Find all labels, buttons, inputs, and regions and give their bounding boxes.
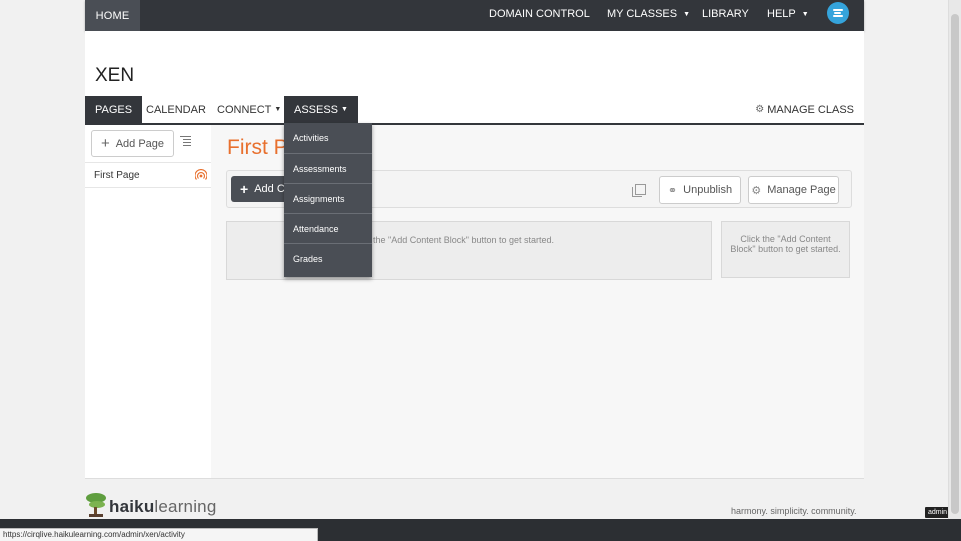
page-title: First P <box>227 136 288 159</box>
manage-class-button[interactable]: ⚙ MANAGE CLASS <box>755 96 854 123</box>
published-broadcast-icon <box>195 169 207 180</box>
avatar-bar <box>833 15 843 17</box>
class-title: XEN <box>95 65 135 86</box>
assess-dropdown-menu: Activities Assessments Assignments Atten… <box>284 123 372 277</box>
reorder-icon[interactable] <box>180 136 191 147</box>
tree-pot <box>89 514 103 517</box>
unpublish-button[interactable]: ⚭ Unpublish <box>659 176 741 204</box>
logo-text: haikulearning <box>109 497 217 517</box>
nav-library[interactable]: LIBRARY <box>702 0 749 28</box>
add-content-block-label: Add C <box>254 183 285 195</box>
sidebar-page-item[interactable]: First Page <box>85 162 211 188</box>
avatar-bar <box>834 12 841 14</box>
chevron-down-icon: ▼ <box>683 10 691 18</box>
unpublish-label: Unpublish <box>683 184 733 196</box>
nav-domain-control[interactable]: DOMAIN CONTROL <box>489 0 590 28</box>
add-page-label: Add Page <box>115 137 165 150</box>
menu-item-assignments[interactable]: Assignments <box>284 184 372 214</box>
class-subnav: PAGES CALENDAR CONNECT ▼ ASSESS ▼ ⚙ MANA… <box>85 96 864 125</box>
tab-connect-label: CONNECT <box>217 103 272 116</box>
user-avatar-icon[interactable] <box>827 2 849 24</box>
footer-tagline: harmony. simplicity. community. <box>731 506 857 516</box>
status-bar-url: https://cirqlive.haikulearning.com/admin… <box>0 528 318 541</box>
chevron-down-icon: ▼ <box>274 106 282 113</box>
tree-leaf <box>89 501 105 508</box>
gear-icon: ⚙ <box>751 184 762 197</box>
avatar-bar <box>833 9 843 11</box>
menu-item-grades[interactable]: Grades <box>284 244 372 274</box>
chevron-down-icon: ▼ <box>801 10 809 18</box>
menu-item-assessments[interactable]: Assessments <box>284 154 372 184</box>
nav-my-classes-label: MY CLASSES <box>607 8 678 20</box>
menu-item-activities[interactable]: Activities <box>284 123 372 154</box>
reorder-line <box>183 142 191 143</box>
nav-help[interactable]: HELP ▼ <box>767 0 809 28</box>
tab-calendar[interactable]: CALENDAR <box>146 96 206 123</box>
vertical-scrollbar[interactable] <box>948 0 961 519</box>
bonsai-tree-icon <box>85 493 107 517</box>
class-container: XEN PAGES CALENDAR CONNECT ▼ ASSESS ▼ ⚙ … <box>85 31 864 479</box>
haiku-learning-logo[interactable]: haikulearning <box>85 491 217 517</box>
logo-learning: learning <box>154 497 217 516</box>
reorder-line <box>183 139 191 140</box>
tab-assess-label: ASSESS <box>294 103 339 116</box>
logo-haiku: haiku <box>109 497 155 516</box>
nav-my-classes[interactable]: MY CLASSES ▼ <box>607 0 690 28</box>
sidebar-page-label: First Page <box>94 169 140 181</box>
manage-class-label: MANAGE CLASS <box>767 103 854 116</box>
manage-page-button[interactable]: ⚙ Manage Page <box>748 176 839 204</box>
menu-item-attendance[interactable]: Attendance <box>284 214 372 244</box>
tab-assess[interactable]: ASSESS ▼ <box>284 96 358 123</box>
chevron-down-icon: ▼ <box>341 106 348 113</box>
top-nav: HOME DOMAIN CONTROL MY CLASSES ▼ LIBRARY… <box>85 0 864 31</box>
copy-icon[interactable] <box>632 184 646 197</box>
plus-icon: + <box>240 181 249 197</box>
scrollbar-thumb[interactable] <box>951 14 959 514</box>
plus-icon: + <box>100 135 110 152</box>
tab-connect[interactable]: CONNECT ▼ <box>217 96 281 123</box>
content-block-area-side: Click the "Add Content Block" button to … <box>721 221 850 278</box>
pages-sidebar: + Add Page First Page <box>85 125 212 478</box>
nav-home[interactable]: HOME <box>85 0 140 31</box>
nav-help-label: HELP <box>767 8 796 20</box>
manage-page-label: Manage Page <box>767 184 836 196</box>
tab-pages[interactable]: PAGES <box>85 96 143 123</box>
reorder-line <box>180 136 191 137</box>
broadcast-icon: ⚭ <box>667 184 678 197</box>
gear-icon: ⚙ <box>755 104 765 115</box>
add-page-button[interactable]: + Add Page <box>91 130 174 157</box>
reorder-line <box>183 145 191 146</box>
admin-badge[interactable]: admin <box>925 507 951 518</box>
empty-main-hint: k the "Add Content Block" button to get … <box>366 235 555 245</box>
